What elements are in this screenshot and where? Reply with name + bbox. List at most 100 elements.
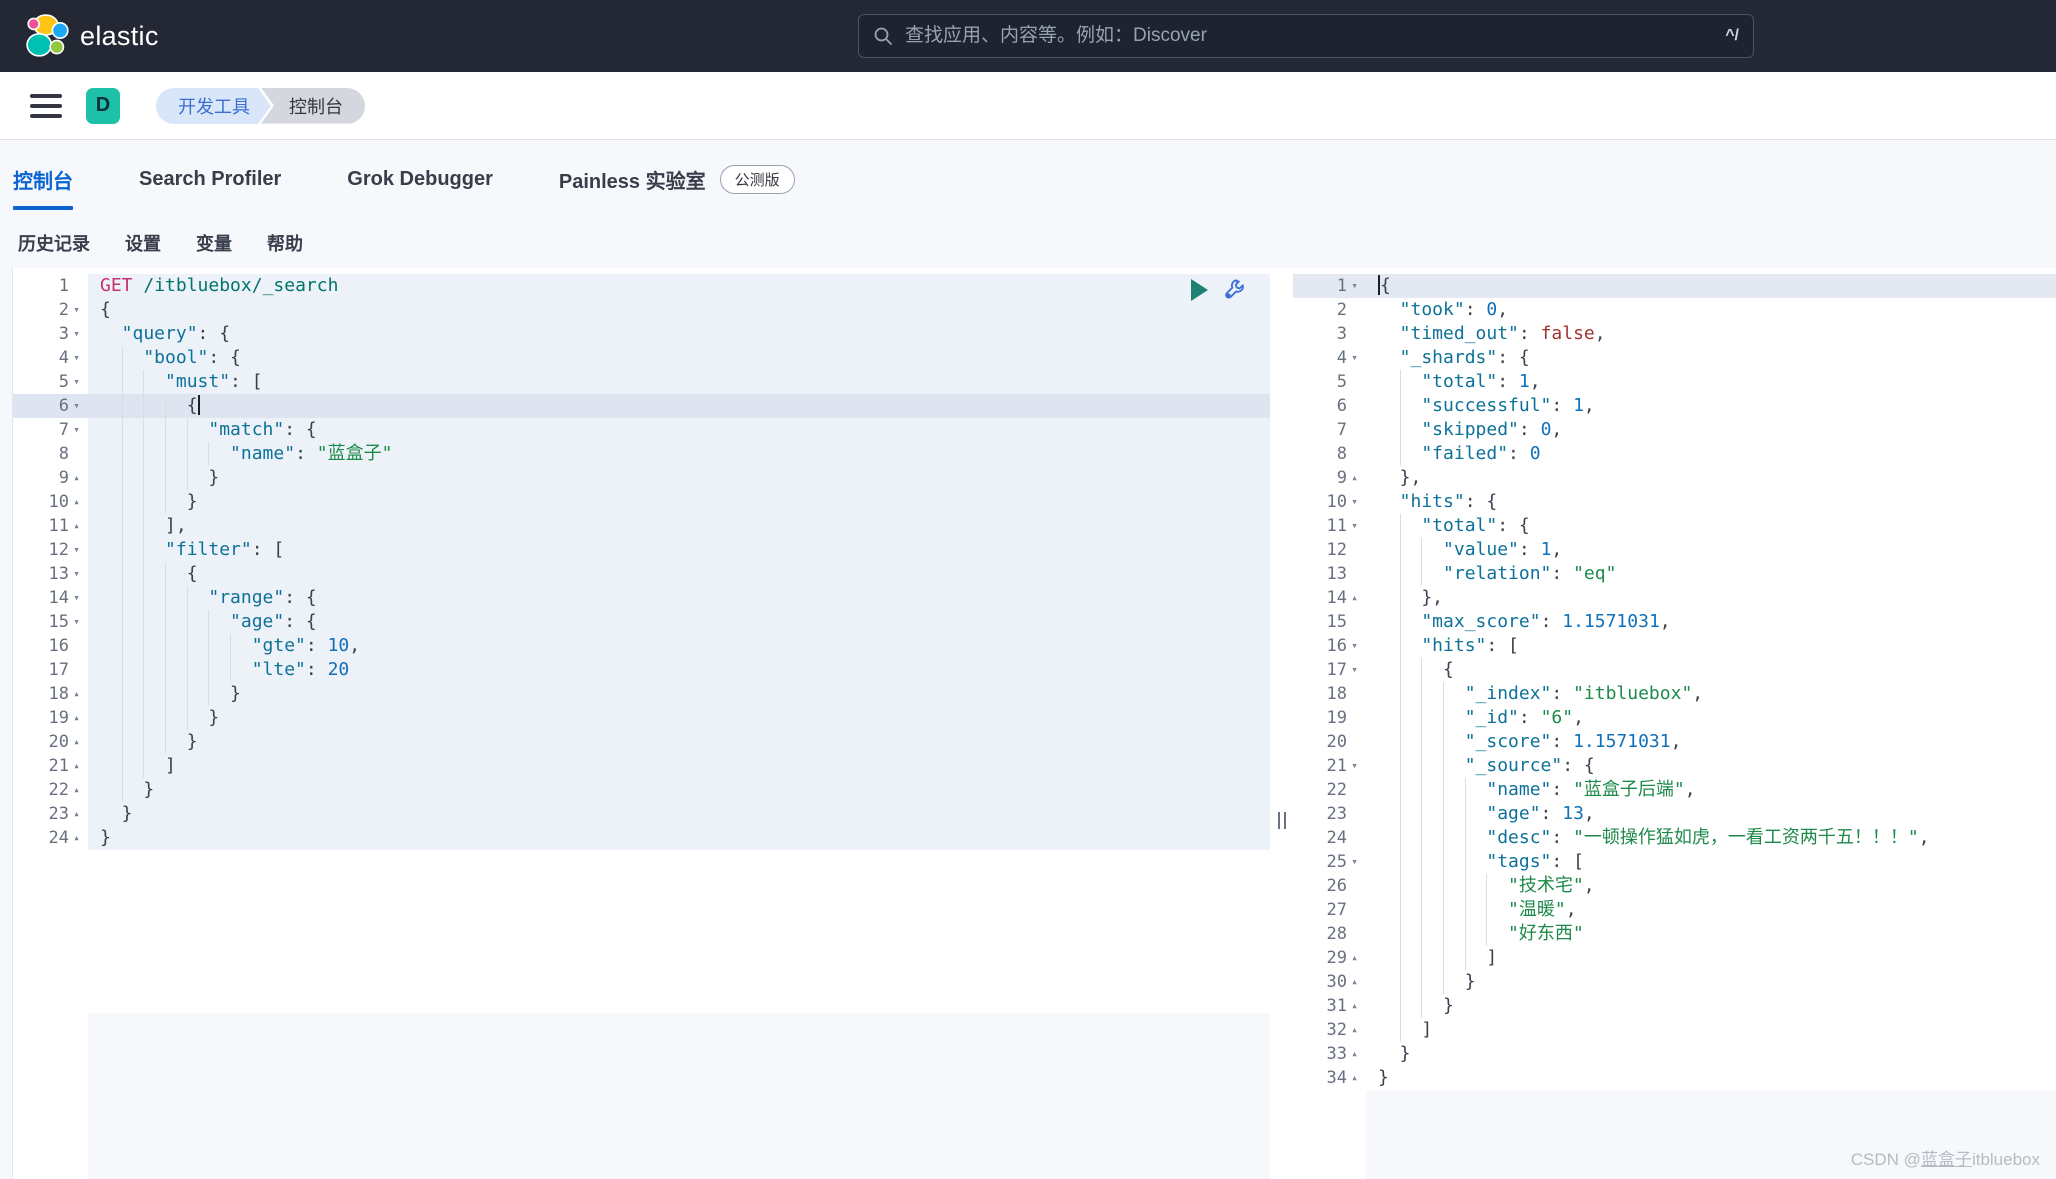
- code-line[interactable]: 14▾"range": {: [13, 586, 1270, 610]
- fold-toggle-icon[interactable]: ▴: [69, 754, 84, 778]
- fold-toggle-icon[interactable]: ▾: [69, 370, 84, 394]
- code-line[interactable]: 9▴},: [1293, 466, 2056, 490]
- code-line[interactable]: 22"name": "蓝盒子后端",: [1293, 778, 2056, 802]
- fold-toggle-icon[interactable]: ▾: [69, 538, 84, 562]
- split-drag-handle[interactable]: [1278, 812, 1286, 829]
- fold-toggle-icon[interactable]: ▾: [69, 394, 84, 418]
- fold-toggle-icon[interactable]: ▾: [1347, 490, 1362, 514]
- code-line[interactable]: 26"技术宅",: [1293, 874, 2056, 898]
- fold-toggle-icon[interactable]: ▾: [69, 346, 84, 370]
- tab-painless-lab[interactable]: Painless 实验室 公测版: [559, 165, 795, 194]
- code-line[interactable]: 17▾{: [1293, 658, 2056, 682]
- fold-toggle-icon[interactable]: ▾: [1347, 514, 1362, 538]
- breadcrumb-console[interactable]: 控制台: [261, 88, 365, 124]
- global-search-box[interactable]: ^/: [858, 14, 1754, 58]
- response-editor[interactable]: 1▾{2"took": 0,3"timed_out": false,4▾"_sh…: [1293, 268, 2056, 1179]
- code-line[interactable]: 15"max_score": 1.1571031,: [1293, 610, 2056, 634]
- fold-toggle-icon[interactable]: ▾: [1347, 346, 1362, 370]
- fold-toggle-icon[interactable]: ▴: [69, 802, 84, 826]
- code-line[interactable]: 7"skipped": 0,: [1293, 418, 2056, 442]
- fold-toggle-icon[interactable]: ▴: [69, 490, 84, 514]
- code-line[interactable]: 18▴}: [13, 682, 1270, 706]
- code-line[interactable]: 31▴}: [1293, 994, 2056, 1018]
- fold-toggle-icon[interactable]: ▴: [1347, 1066, 1362, 1090]
- space-badge[interactable]: D: [86, 88, 120, 124]
- fold-toggle-icon[interactable]: ▴: [69, 514, 84, 538]
- code-line[interactable]: 16▾"hits": [: [1293, 634, 2056, 658]
- code-line[interactable]: 1▾{: [1293, 274, 2056, 298]
- fold-toggle-icon[interactable]: ▴: [1347, 1042, 1362, 1066]
- code-line[interactable]: 11▴],: [13, 514, 1270, 538]
- fold-toggle-icon[interactable]: ▾: [69, 562, 84, 586]
- fold-toggle-icon[interactable]: ▾: [69, 610, 84, 634]
- breadcrumb-dev-tools[interactable]: 开发工具: [156, 88, 258, 124]
- code-line[interactable]: 9▴}: [13, 466, 1270, 490]
- code-line[interactable]: 4▾"_shards": {: [1293, 346, 2056, 370]
- code-line[interactable]: 25▾"tags": [: [1293, 850, 2056, 874]
- code-line[interactable]: 19▴}: [13, 706, 1270, 730]
- fold-toggle-icon[interactable]: ▴: [1347, 946, 1362, 970]
- code-line[interactable]: 29▴]: [1293, 946, 2056, 970]
- fold-toggle-icon[interactable]: ▴: [69, 706, 84, 730]
- code-line[interactable]: 2▾{: [13, 298, 1270, 322]
- menu-toggle-button[interactable]: [30, 94, 62, 118]
- elastic-logo[interactable]: elastic: [26, 14, 159, 58]
- request-editor[interactable]: 1GET /itbluebox/_search2▾{3▾"query": {4▾…: [13, 268, 1270, 1179]
- code-line[interactable]: 24"desc": "一顿操作猛如虎，一看工资两千五！！！",: [1293, 826, 2056, 850]
- code-line[interactable]: 8"failed": 0: [1293, 442, 2056, 466]
- code-line[interactable]: 23"age": 13,: [1293, 802, 2056, 826]
- code-line[interactable]: 12▾"filter": [: [13, 538, 1270, 562]
- code-line[interactable]: 4▾"bool": {: [13, 346, 1270, 370]
- tab-search-profiler[interactable]: Search Profiler: [139, 168, 281, 191]
- code-line[interactable]: 21▴]: [13, 754, 1270, 778]
- fold-toggle-icon[interactable]: ▾: [1347, 850, 1362, 874]
- code-line[interactable]: 28"好东西": [1293, 922, 2056, 946]
- wrench-icon[interactable]: [1222, 277, 1248, 303]
- menu-variables[interactable]: 变量: [196, 230, 232, 256]
- code-line[interactable]: 5▾"must": [: [13, 370, 1270, 394]
- code-line[interactable]: 15▾"age": {: [13, 610, 1270, 634]
- code-line[interactable]: 13▾{: [13, 562, 1270, 586]
- menu-settings[interactable]: 设置: [125, 230, 161, 256]
- send-request-button[interactable]: [1191, 279, 1208, 301]
- code-line[interactable]: 32▴]: [1293, 1018, 2056, 1042]
- code-line[interactable]: 18"_index": "itbluebox",: [1293, 682, 2056, 706]
- code-line[interactable]: 8"name": "蓝盒子": [13, 442, 1270, 466]
- code-line[interactable]: 3▾"query": {: [13, 322, 1270, 346]
- code-line[interactable]: 20"_score": 1.1571031,: [1293, 730, 2056, 754]
- fold-toggle-icon[interactable]: ▾: [69, 418, 84, 442]
- fold-toggle-icon[interactable]: ▴: [69, 778, 84, 802]
- fold-toggle-icon[interactable]: ▾: [69, 298, 84, 322]
- tab-console[interactable]: 控制台: [13, 165, 73, 194]
- code-line[interactable]: 19"_id": "6",: [1293, 706, 2056, 730]
- code-line[interactable]: 22▴}: [13, 778, 1270, 802]
- fold-toggle-icon[interactable]: ▴: [1347, 466, 1362, 490]
- fold-toggle-icon[interactable]: ▴: [1347, 994, 1362, 1018]
- code-line[interactable]: 10▾"hits": {: [1293, 490, 2056, 514]
- fold-toggle-icon[interactable]: ▴: [69, 730, 84, 754]
- code-line[interactable]: 30▴}: [1293, 970, 2056, 994]
- code-line[interactable]: 3"timed_out": false,: [1293, 322, 2056, 346]
- tab-grok-debugger[interactable]: Grok Debugger: [347, 168, 493, 191]
- search-input[interactable]: [903, 24, 1715, 48]
- fold-toggle-icon[interactable]: ▾: [1347, 658, 1362, 682]
- code-line[interactable]: 13"relation": "eq": [1293, 562, 2056, 586]
- code-line[interactable]: 1GET /itbluebox/_search: [13, 274, 1270, 298]
- code-line[interactable]: 17"lte": 20: [13, 658, 1270, 682]
- fold-toggle-icon[interactable]: ▾: [1347, 274, 1362, 298]
- code-line[interactable]: 34▴}: [1293, 1066, 2056, 1090]
- code-line[interactable]: 7▾"match": {: [13, 418, 1270, 442]
- fold-toggle-icon[interactable]: ▴: [1347, 970, 1362, 994]
- fold-toggle-icon[interactable]: ▾: [69, 586, 84, 610]
- code-line[interactable]: 2"took": 0,: [1293, 298, 2056, 322]
- fold-toggle-icon[interactable]: ▴: [69, 826, 84, 850]
- code-line[interactable]: 6"successful": 1,: [1293, 394, 2056, 418]
- menu-history[interactable]: 历史记录: [18, 230, 90, 256]
- fold-toggle-icon[interactable]: ▴: [1347, 586, 1362, 610]
- fold-toggle-icon[interactable]: ▴: [69, 466, 84, 490]
- fold-toggle-icon[interactable]: ▴: [1347, 1018, 1362, 1042]
- code-line[interactable]: 16"gte": 10,: [13, 634, 1270, 658]
- code-line[interactable]: 11▾"total": {: [1293, 514, 2056, 538]
- code-line[interactable]: 14▴},: [1293, 586, 2056, 610]
- code-line[interactable]: 6▾{: [13, 394, 1270, 418]
